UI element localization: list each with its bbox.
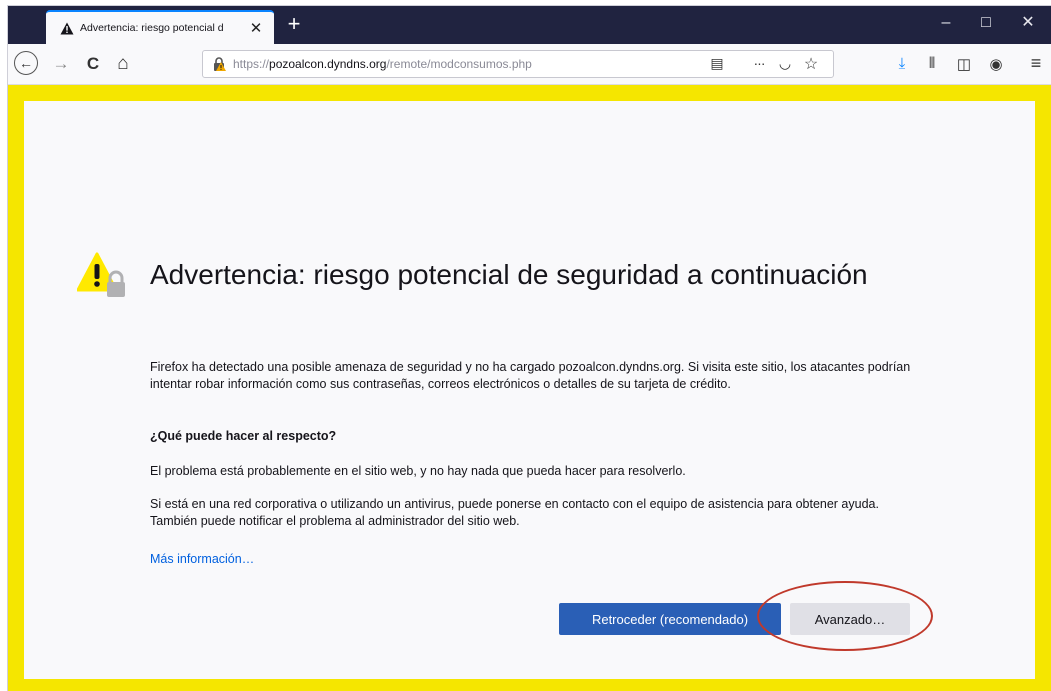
url-scheme: https:// xyxy=(233,57,270,71)
more-info-link[interactable]: Más información… xyxy=(150,551,920,568)
bookmark-star-icon[interactable]: ☆ xyxy=(801,54,821,74)
forward-button[interactable]: → xyxy=(48,51,74,77)
home-button[interactable]: ⌂ xyxy=(110,51,136,77)
warning-lock-icon xyxy=(76,252,129,304)
tab-bar: Advertencia: riesgo potencial d ✕ + – □ … xyxy=(8,6,1051,44)
url-text: https://pozoalcon.dyndns.org/remote/modc… xyxy=(233,57,532,71)
close-window-button[interactable]: ✕ xyxy=(1008,12,1048,34)
reader-view-icon[interactable]: ▤ xyxy=(707,55,727,72)
explanation-text: El problema está probablemente en el sit… xyxy=(150,464,686,478)
corporate-network-text: Si está en una red corporativa o utiliza… xyxy=(150,497,879,528)
tab-active[interactable]: Advertencia: riesgo potencial d ✕ xyxy=(46,10,274,44)
url-path: /remote/modconsumos.php xyxy=(386,57,532,71)
menu-icon[interactable]: ≡ xyxy=(1026,53,1046,74)
go-back-button[interactable]: Retroceder (recomendado) xyxy=(559,603,781,635)
close-tab-icon[interactable]: ✕ xyxy=(248,19,264,37)
pocket-icon[interactable]: ◡ xyxy=(775,55,795,72)
warning-icon xyxy=(60,21,74,35)
new-tab-button[interactable]: + xyxy=(283,12,305,36)
page-title: Advertencia: riesgo potencial de segurid… xyxy=(150,259,868,290)
download-icon[interactable]: ⤓ xyxy=(892,55,912,72)
tab-title: Advertencia: riesgo potencial d xyxy=(80,22,224,34)
insecure-lock-icon[interactable] xyxy=(211,56,227,72)
warning-description: Firefox ha detectado una posible amenaza… xyxy=(150,360,911,391)
url-bar[interactable]: https://pozoalcon.dyndns.org/remote/modc… xyxy=(202,50,834,78)
security-warning-page: Advertencia: riesgo potencial de segurid… xyxy=(24,101,1035,679)
page-actions-icon[interactable]: ··· xyxy=(749,55,769,71)
maximize-button[interactable]: □ xyxy=(966,12,1006,34)
account-icon[interactable]: ◉ xyxy=(986,55,1006,73)
sidebar-icon[interactable]: ◫ xyxy=(954,55,974,73)
browser-window: Advertencia: riesgo potencial d ✕ + – □ … xyxy=(8,6,1051,691)
back-button[interactable]: ← xyxy=(14,51,38,75)
url-host: pozoalcon.dyndns.org xyxy=(269,57,387,71)
library-icon[interactable]: ⫴ xyxy=(922,55,942,72)
what-to-do-heading: ¿Qué puede hacer al respecto? xyxy=(150,429,337,443)
content-area: Advertencia: riesgo potencial de segurid… xyxy=(8,85,1051,691)
minimize-button[interactable]: – xyxy=(926,12,966,34)
annotation-circle xyxy=(757,581,933,651)
navigation-bar: ← → C ⌂ https://pozoalcon.dyndns.org/rem… xyxy=(8,44,1051,85)
reload-button[interactable]: C xyxy=(80,51,106,77)
